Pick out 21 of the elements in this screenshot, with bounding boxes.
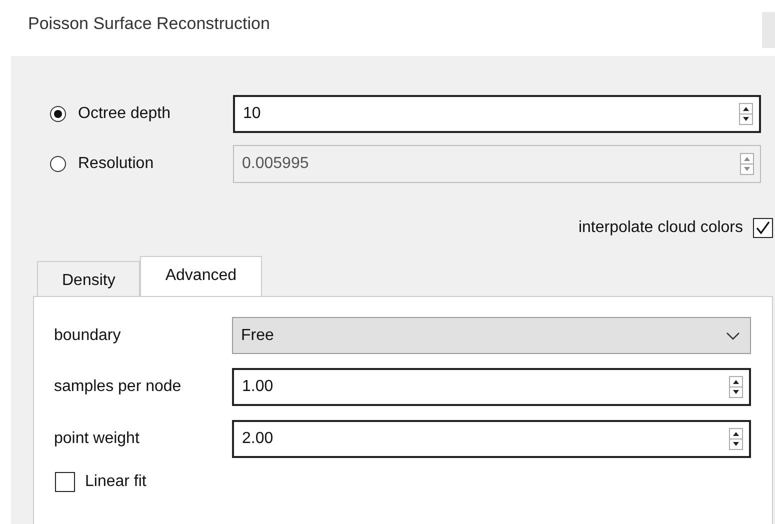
checkbox-label: interpolate cloud colors <box>578 219 743 237</box>
window-title: Poisson Surface Reconstruction <box>28 14 270 34</box>
radio-label: Octree depth <box>78 105 170 123</box>
radio-label: Resolution <box>78 155 154 173</box>
field-label: samples per node <box>54 378 182 396</box>
dropdown[interactable]: Free <box>232 317 751 354</box>
spin-arrows-icon[interactable] <box>729 376 743 398</box>
tab[interactable]: Density <box>37 261 140 297</box>
spin-arrows-icon[interactable] <box>729 428 743 450</box>
checkbox[interactable] <box>753 218 773 238</box>
spin-arrows-icon[interactable] <box>739 103 753 125</box>
checkbox-label: Linear fit <box>85 473 148 491</box>
spin-box[interactable]: 2.00 <box>232 420 751 458</box>
tab[interactable]: Advanced <box>140 256 262 297</box>
checkbox[interactable] <box>55 472 75 492</box>
spin-box[interactable]: 1.00 <box>232 368 751 406</box>
chevron-down-icon <box>726 330 740 340</box>
field-label: point weight <box>54 430 140 448</box>
spin-box[interactable]: 10 <box>233 95 761 133</box>
radio-button[interactable] <box>50 106 66 122</box>
field-label: boundary <box>54 326 122 344</box>
